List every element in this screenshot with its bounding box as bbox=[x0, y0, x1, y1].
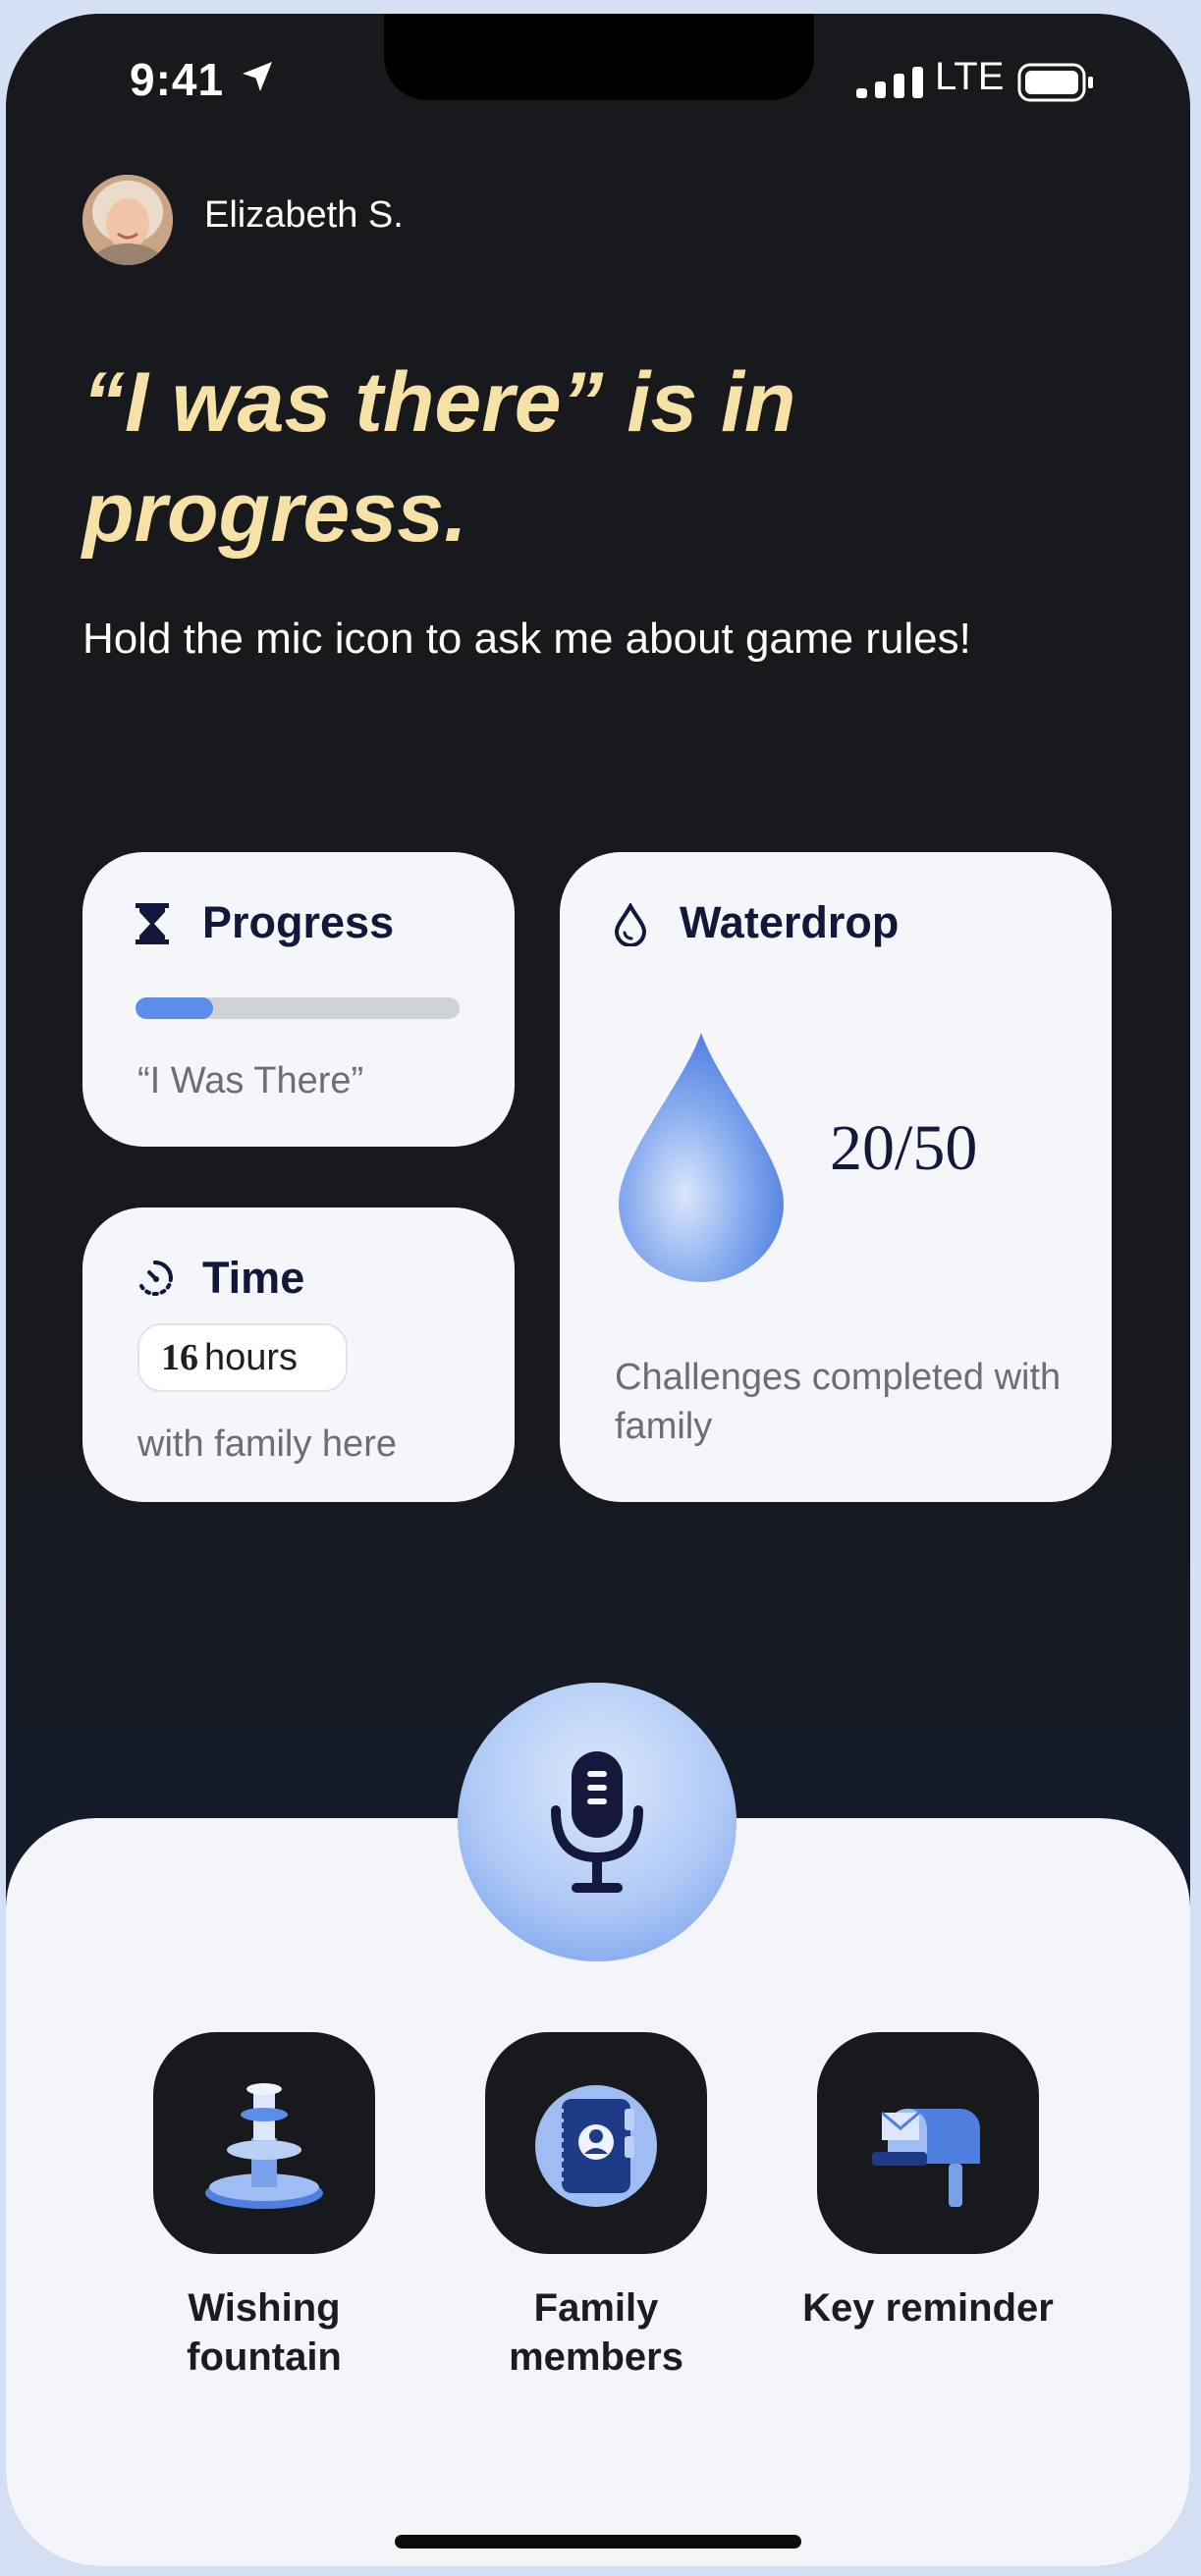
battery-icon bbox=[1017, 63, 1093, 102]
avatar-portrait-icon bbox=[82, 175, 173, 265]
action-label: Wishing fountain bbox=[187, 2286, 342, 2379]
progress-card[interactable]: Progress “I Was There” bbox=[82, 852, 515, 1147]
waterdrop-card-title: Waterdrop bbox=[680, 897, 900, 947]
waterdrop-count: 20/50 bbox=[830, 1112, 978, 1184]
timer-icon bbox=[139, 1261, 173, 1296]
waterdrop-card[interactable]: Waterdrop 20/50 Challenges completed wit… bbox=[560, 852, 1112, 1502]
avatar[interactable] bbox=[82, 175, 173, 265]
progress-game-name: “I Was There” bbox=[137, 1060, 364, 1101]
hours-badge: 16 hours bbox=[137, 1323, 348, 1392]
progress-card-title: Progress bbox=[202, 897, 395, 947]
action-wishing-fountain[interactable]: Wishing fountain bbox=[153, 2032, 375, 2382]
fountain-icon bbox=[205, 2083, 323, 2209]
waterdrop-caption: Challenges completed with family bbox=[615, 1357, 1062, 1447]
signal-icon bbox=[856, 67, 923, 98]
page-title: “I was there” is in progress. bbox=[82, 355, 796, 560]
hours-unit: hours bbox=[204, 1336, 299, 1378]
action-tile[interactable] bbox=[817, 2032, 1039, 2254]
home-indicator[interactable] bbox=[395, 2535, 801, 2549]
action-key-reminder[interactable]: Key reminder bbox=[802, 2032, 1054, 2333]
mailbox-icon bbox=[872, 2109, 980, 2207]
page-subtitle: Hold the mic icon to ask me about game r… bbox=[82, 615, 971, 663]
progress-bar bbox=[136, 997, 460, 1019]
action-tile[interactable] bbox=[153, 2032, 375, 2254]
status-time: 9:41 bbox=[130, 54, 225, 105]
water-drop-icon bbox=[619, 1033, 784, 1282]
mic-button[interactable] bbox=[458, 1683, 737, 1961]
hourglass-icon bbox=[136, 903, 169, 944]
action-family-members[interactable]: Family members bbox=[485, 2032, 707, 2382]
user-name: Elizabeth S. bbox=[204, 194, 404, 236]
time-caption: with family here bbox=[137, 1423, 397, 1465]
hours-value: 16 bbox=[161, 1337, 198, 1378]
location-arrow-icon bbox=[243, 62, 272, 91]
action-tile[interactable] bbox=[485, 2032, 707, 2254]
phone-screen: 9:41 LTE Elizabeth S. “I was there” is i… bbox=[6, 14, 1190, 2566]
water-drop-outline-icon bbox=[614, 903, 647, 946]
network-label: LTE bbox=[935, 55, 1005, 98]
action-label: Family members bbox=[509, 2286, 683, 2379]
progress-bar-fill bbox=[136, 997, 214, 1019]
time-card[interactable]: Time 16 hours with family here bbox=[82, 1208, 515, 1502]
status-bar: 9:41 LTE bbox=[6, 53, 1190, 112]
action-label: Key reminder bbox=[802, 2286, 1054, 2330]
contact-book-icon bbox=[535, 2085, 657, 2207]
time-card-title: Time bbox=[202, 1253, 305, 1303]
microphone-icon bbox=[551, 1751, 643, 1893]
